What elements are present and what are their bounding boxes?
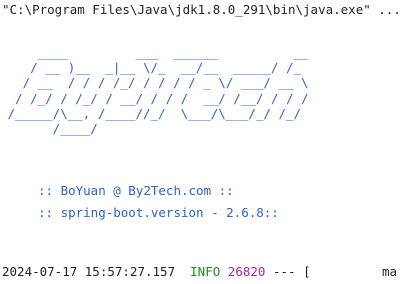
banner-line: / __ / / / /_/ / / / / _ \/ ___/ __ \	[0, 75, 309, 91]
console-output[interactable]: "C:\Program Files\Java\jdk1.8.0_291\bin\…	[0, 0, 400, 284]
log-separator: --- [	[272, 264, 311, 279]
log-pid: 26820	[227, 264, 266, 279]
banner-line: /_____/\__, /____//_/ \___/\___/_/ /_/	[0, 105, 302, 121]
banner-line: / __ )__ _|__ \/_ __/__ _____/ /_	[0, 60, 302, 76]
java-command-line: "C:\Program Files\Java\jdk1.8.0_291\bin\…	[2, 2, 400, 17]
log-line: 2024-07-17 15:57:27.157 INFO 26820 --- [	[2, 264, 311, 279]
version-info-line: :: spring-boot.version - 2.6.8::	[38, 205, 279, 220]
banner-line: ____ ___ ______ __	[0, 45, 309, 60]
log-level: INFO	[190, 264, 221, 279]
ascii-banner: ____ ___ ______ __ / __ )__ _|__ \/_ __/…	[0, 45, 309, 136]
app-info-line: :: BoYuan @ By2Tech.com ::	[38, 183, 234, 198]
log-timestamp: 2024-07-17 15:57:27.157	[2, 264, 176, 279]
banner-line: / /_/ / /_/ / __/ / / / __/ /__/ / / /	[0, 90, 309, 106]
log-thread-tail: ma	[382, 264, 398, 279]
banner-line: /____/	[0, 121, 98, 137]
